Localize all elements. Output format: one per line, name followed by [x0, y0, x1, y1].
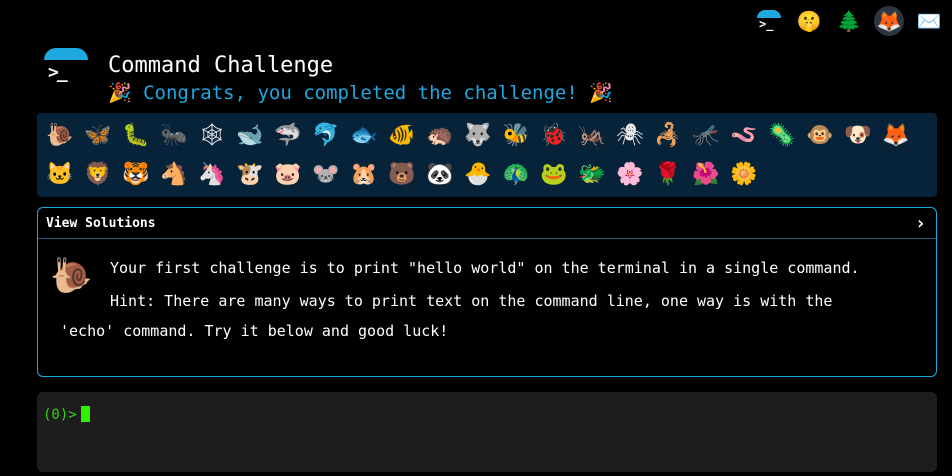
- challenge-badge-icon[interactable]: 🌺: [689, 156, 723, 193]
- shushing-face-icon[interactable]: 🤫: [794, 6, 824, 36]
- challenge-badge-icon[interactable]: 🐬: [309, 117, 343, 154]
- hint-text-continued: 'echo' command. Try it below and good lu…: [60, 322, 449, 340]
- challenge-badge-icon[interactable]: 🐞: [537, 117, 571, 154]
- challenge-badge-icon[interactable]: 🐸: [537, 156, 571, 193]
- challenge-badge-icon[interactable]: 🐹: [347, 156, 381, 193]
- terminal-logo-icon: >_: [44, 48, 88, 92]
- challenge-badge-icon[interactable]: 🐠: [385, 117, 419, 154]
- challenge-badge-icon[interactable]: 🦠: [765, 117, 799, 154]
- chevron-right-icon[interactable]: ›: [915, 213, 926, 234]
- challenge-badge-icon[interactable]: 🐮: [233, 156, 267, 193]
- challenge-badge-icon[interactable]: 🕸: [195, 117, 229, 154]
- challenge-badge-icon[interactable]: 🦋: [81, 117, 115, 154]
- challenge-badge-icon[interactable]: 🦄: [195, 156, 229, 193]
- snail-icon: 🐌: [50, 256, 93, 296]
- challenge-text: Your first challenge is to print "hello …: [110, 259, 860, 277]
- tree-icon[interactable]: 🌲: [834, 6, 864, 36]
- challenge-badge-icon[interactable]: 🐯: [119, 156, 153, 193]
- challenge-badge-icon[interactable]: 🐭: [309, 156, 343, 193]
- challenge-badge-icon[interactable]: 🐲: [575, 156, 609, 193]
- hint-text: Hint: There are many ways to print text …: [110, 291, 833, 310]
- challenge-badge-icon[interactable]: 🐝: [499, 117, 533, 154]
- challenge-badge-icon[interactable]: 🌹: [651, 156, 685, 193]
- challenge-badge-icon[interactable]: 🐴: [157, 156, 191, 193]
- terminal-logo-icon[interactable]: >_: [754, 6, 784, 36]
- challenge-badge-icon[interactable]: 🐌: [43, 117, 77, 154]
- challenge-badge-icon[interactable]: 🪱: [727, 117, 761, 154]
- challenge-badge-icon[interactable]: 🦂: [651, 117, 685, 154]
- challenge-badge-icon[interactable]: 🐱: [43, 156, 77, 193]
- page-title: Command Challenge: [108, 53, 334, 78]
- completed-challenges-strip: 🐌 🦋 🐛 🐜 🕸 🐋 🦈 🐬 🐟 🐠 🦔 🐺 🐝 🐞 🦗 🕷 🦂 🦟 🪱 🦠 🐵 🐶 🦊 🐱 🦁 🐯 🐴 🦄 🐮 🐷 🐭 🐹 🐻 🐼 🐣 🦚 🐸 🐲 🌸 🌹…: [37, 113, 937, 197]
- challenge-badge-icon[interactable]: 🦗: [575, 117, 609, 154]
- challenge-badge-icon[interactable]: 🐼: [423, 156, 457, 193]
- challenge-badge-icon[interactable]: 🕷: [613, 117, 647, 154]
- challenge-badge-icon[interactable]: 🌸: [613, 156, 647, 193]
- challenge-body: 🐌 Your first challenge is to print "hell…: [38, 239, 936, 325]
- envelope-icon[interactable]: ✉️: [914, 6, 944, 36]
- challenge-badge-icon[interactable]: 🦈: [271, 117, 305, 154]
- gitlab-icon[interactable]: 🦊: [874, 6, 904, 36]
- header: >_ Command Challenge 🎉 Congrats, you com…: [44, 48, 613, 104]
- challenge-badge-icon[interactable]: 🦚: [499, 156, 533, 193]
- terminal-cursor: [80, 406, 90, 422]
- challenge-badge-icon[interactable]: 🐋: [233, 117, 267, 154]
- challenge-badge-icon[interactable]: 🦟: [689, 117, 723, 154]
- challenge-badge-icon[interactable]: 🐜: [157, 117, 191, 154]
- challenge-badge-icon[interactable]: 🐶: [841, 117, 875, 154]
- view-solutions-label: View Solutions: [46, 215, 156, 231]
- challenge-badge-icon[interactable]: 🌼: [727, 156, 761, 193]
- top-icons: >_ 🤫 🌲 🦊 ✉️: [754, 6, 944, 36]
- terminal-prompt: (0)>: [43, 407, 77, 423]
- challenge-badge-icon[interactable]: 🐛: [119, 117, 153, 154]
- challenge-badge-icon[interactable]: 🐺: [461, 117, 495, 154]
- challenge-badge-icon[interactable]: 🦊: [879, 117, 913, 154]
- challenge-badge-icon[interactable]: 🦔: [423, 117, 457, 154]
- challenge-badge-icon[interactable]: 🐟: [347, 117, 381, 154]
- challenge-badge-icon[interactable]: 🐷: [271, 156, 305, 193]
- terminal[interactable]: (0)>: [37, 392, 937, 472]
- challenge-badge-icon[interactable]: 🐣: [461, 156, 495, 193]
- challenge-panel: View Solutions › 🐌 Your first challenge …: [37, 207, 937, 377]
- challenge-badge-icon[interactable]: 🐻: [385, 156, 419, 193]
- challenge-badge-icon[interactable]: 🐵: [803, 117, 837, 154]
- view-solutions-header[interactable]: View Solutions ›: [38, 208, 936, 239]
- challenge-badge-icon[interactable]: 🦁: [81, 156, 115, 193]
- congrats-subtitle: 🎉 Congrats, you completed the challenge!…: [108, 82, 613, 105]
